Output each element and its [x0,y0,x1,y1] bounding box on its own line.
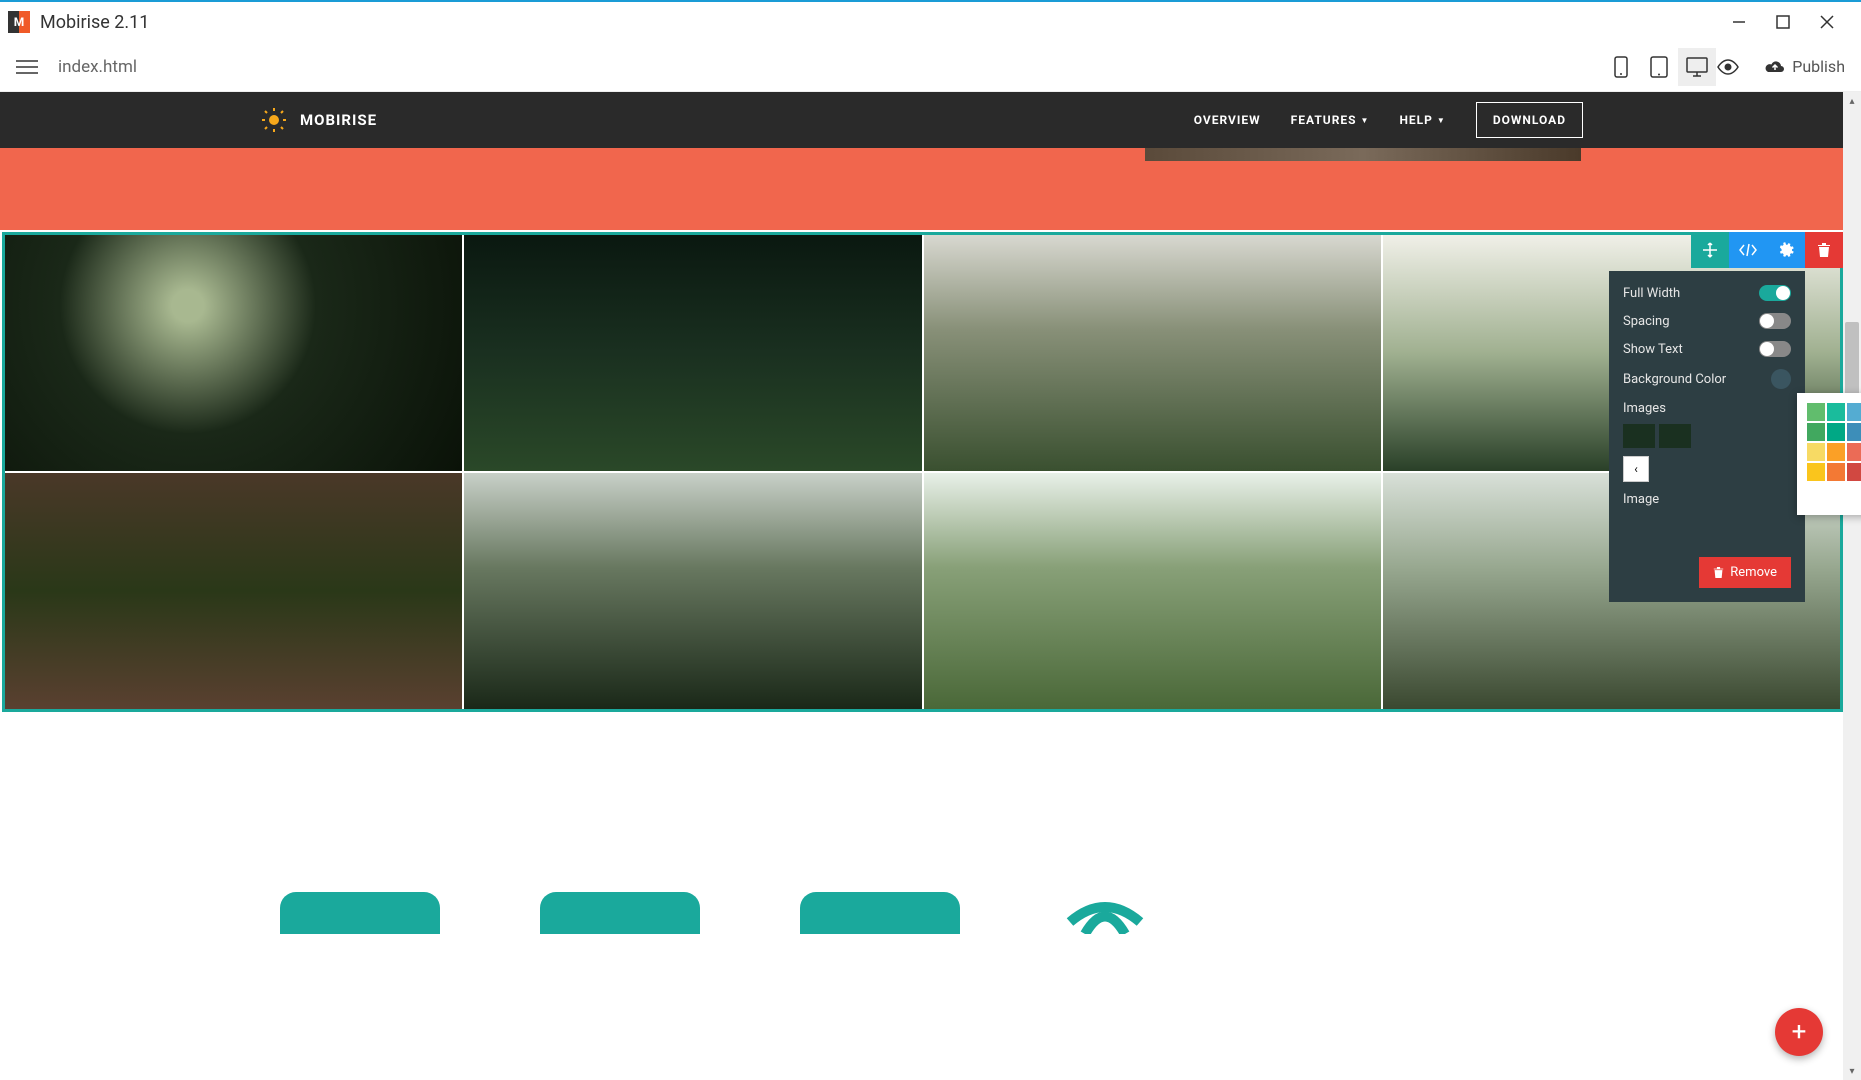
nav-features[interactable]: FEATURES▼ [1291,113,1370,127]
gallery-image[interactable] [924,473,1381,709]
site-nav-block[interactable]: MOBIRISE OVERVIEW FEATURES▼ HELP▼ DOWNLO… [0,92,1843,148]
color-swatch[interactable] [1807,463,1825,481]
images-section-label: Images [1623,401,1791,416]
setting-full-width: Full Width [1623,285,1791,301]
image-thumb[interactable] [1623,424,1655,448]
setting-show-text: Show Text [1623,341,1791,357]
brand-text: MOBIRISE [300,111,377,129]
hero-section-block[interactable] [0,148,1843,230]
settings-button[interactable] [1767,232,1805,268]
sun-icon [260,106,288,134]
image-thumb[interactable] [1659,424,1691,448]
feature-icons-row [280,892,1150,934]
thumb-pagination: ‹ [1623,456,1791,482]
gallery-image[interactable] [464,235,921,471]
more-colors-link[interactable]: More > [1807,491,1861,505]
remove-button[interactable]: Remove [1699,557,1791,588]
color-swatch[interactable] [1847,463,1861,481]
block-toolbar [1691,232,1843,268]
color-grid [1807,403,1861,481]
delete-block-button[interactable] [1805,232,1843,268]
menu-icon[interactable] [16,60,38,74]
feature-icon [280,892,440,934]
code-button[interactable] [1729,232,1767,268]
gallery-image[interactable] [924,235,1381,471]
nav-overview[interactable]: OVERVIEW [1194,113,1261,127]
vertical-scrollbar[interactable]: ▴ ▾ [1843,92,1861,1080]
color-swatch[interactable] [1847,403,1861,421]
chevron-down-icon: ▼ [1361,116,1370,125]
color-swatch[interactable] [1827,463,1845,481]
image-thumbnails [1623,424,1791,448]
publish-label: Publish [1792,57,1845,76]
gallery-image[interactable] [464,473,921,709]
setting-spacing: Spacing [1623,313,1791,329]
image-section-label: Image [1623,492,1791,507]
app-icon: M [8,11,30,33]
move-block-button[interactable] [1691,232,1729,268]
color-swatch[interactable] [1847,443,1861,461]
prev-page-button[interactable]: ‹ [1623,456,1649,482]
color-swatch[interactable] [1807,423,1825,441]
filename-label[interactable]: index.html [58,57,1602,77]
titlebar: M Mobirise 2.11 [0,0,1861,42]
brand[interactable]: MOBIRISE [260,106,377,134]
maximize-icon[interactable] [1775,14,1791,30]
toolbar: index.html Publish [0,42,1861,92]
desktop-view-button[interactable] [1678,48,1716,86]
add-block-button[interactable]: + [1775,1008,1823,1056]
app-title: Mobirise 2.11 [40,12,1731,33]
show-text-toggle[interactable] [1759,341,1791,357]
preview-icon[interactable] [1716,59,1740,75]
color-swatch[interactable] [1807,443,1825,461]
feature-icon [540,892,700,934]
color-swatch[interactable] [1827,403,1845,421]
gallery-image[interactable] [5,235,462,471]
setting-background-color: Background Color [1623,369,1791,389]
features-section-block[interactable] [0,714,1843,934]
gallery-image[interactable] [5,473,462,709]
gallery-block[interactable]: Full Width Spacing Show Text Background … [2,232,1843,712]
color-swatch[interactable] [1807,403,1825,421]
color-swatch[interactable] [1827,443,1845,461]
color-picker-popup: #553982 More > [1797,393,1861,515]
scroll-down-button[interactable]: ▾ [1843,1062,1861,1080]
tablet-view-button[interactable] [1640,48,1678,86]
block-settings-panel: Full Width Spacing Show Text Background … [1609,271,1805,602]
full-width-toggle[interactable] [1759,285,1791,301]
device-switcher [1602,48,1716,86]
publish-button[interactable]: Publish [1764,57,1845,76]
mobile-view-button[interactable] [1602,48,1640,86]
trash-icon [1713,566,1724,579]
spacing-toggle[interactable] [1759,313,1791,329]
close-icon[interactable] [1819,14,1835,30]
canvas-area: MOBIRISE OVERVIEW FEATURES▼ HELP▼ DOWNLO… [0,92,1861,1080]
background-color-swatch[interactable] [1771,369,1791,389]
color-swatch[interactable] [1847,423,1861,441]
chevron-down-icon: ▼ [1437,116,1446,125]
nav-help[interactable]: HELP▼ [1399,113,1445,127]
color-swatch[interactable] [1827,423,1845,441]
nav-links: OVERVIEW FEATURES▼ HELP▼ DOWNLOAD [1194,102,1583,138]
gallery-grid [5,235,1840,709]
feature-icon [800,892,960,934]
window-controls [1731,14,1853,30]
hero-image [1145,148,1581,161]
nav-download[interactable]: DOWNLOAD [1476,102,1583,138]
minimize-icon[interactable] [1731,14,1747,30]
globe-icon [1060,892,1150,934]
scroll-up-button[interactable]: ▴ [1843,92,1861,110]
